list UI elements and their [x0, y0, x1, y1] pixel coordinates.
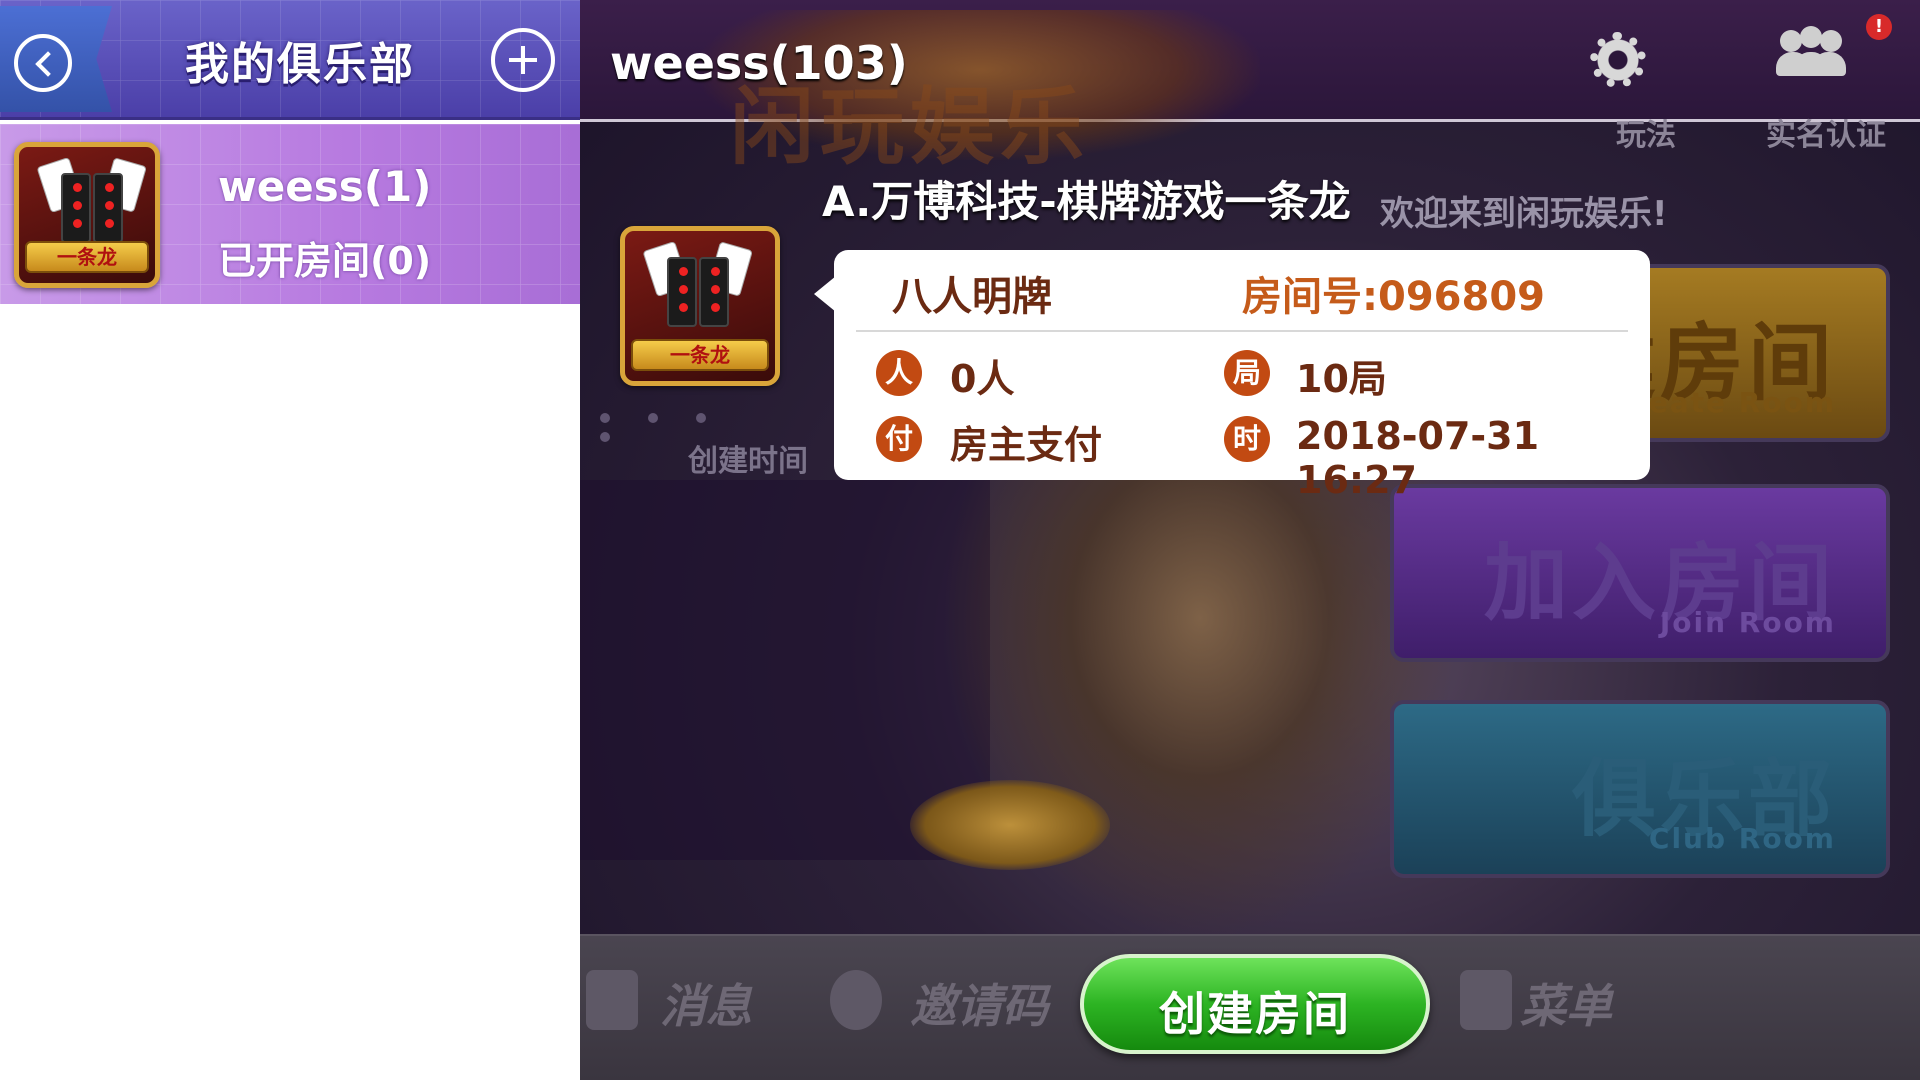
- logo-ribbon: 一条龙: [25, 241, 149, 273]
- add-club-icon[interactable]: [491, 28, 555, 92]
- realname-label[interactable]: 实名认证: [1766, 110, 1886, 154]
- message-icon[interactable]: [586, 970, 638, 1030]
- club-list-item[interactable]: 一条龙 weess(1) 已开房间(0): [0, 124, 580, 304]
- back-button[interactable]: [0, 6, 112, 112]
- club-title: A.万博科技-棋牌游戏一条龙: [822, 177, 1351, 226]
- club-list-title: 我的俱乐部: [185, 39, 415, 90]
- room-info-popup[interactable]: 八人明牌 房间号:096809 人 0人 局 10局 付 房主支付 时 2018…: [814, 250, 1650, 502]
- page-indicator: [600, 408, 790, 442]
- room-game-type: 八人明牌: [892, 274, 1052, 320]
- invite-icon[interactable]: [830, 970, 882, 1030]
- coins-illustration: [910, 780, 1110, 870]
- menu-icon[interactable]: [1460, 970, 1512, 1030]
- notification-badge: !: [1866, 14, 1892, 40]
- domino-tile-icon: [667, 257, 697, 327]
- menu-tab[interactable]: 菜单: [1520, 970, 1612, 1036]
- room-number: 房间号:096809: [1242, 274, 1545, 320]
- payment-mode: 房主支付: [950, 423, 1103, 467]
- invite-code-tab[interactable]: 邀请码: [910, 970, 1048, 1036]
- rounds-count: 10局: [1296, 357, 1387, 401]
- hostess-illustration: [940, 480, 1460, 940]
- club-button-sub: Club Room: [1648, 822, 1836, 855]
- back-arrow-icon: [14, 34, 72, 92]
- club-game-logo-icon: 一条龙: [14, 142, 160, 288]
- app-root: 我的俱乐部 一条龙 weess(1) 已开房间(0) 闲玩娱乐 weess(10…: [0, 0, 1920, 1080]
- club-list-panel: 我的俱乐部 一条龙 weess(1) 已开房间(0): [0, 0, 580, 1080]
- game-lobby: 闲玩娱乐 weess(103) ! 玩法 实名认证 A.万博科技-棋牌游戏一条龙…: [580, 0, 1920, 1080]
- payment-icon: 付: [876, 416, 922, 462]
- created-time: 2018-07-31 16:27: [1296, 414, 1540, 502]
- club-open-rooms: 已开房间(0): [218, 239, 432, 283]
- messages-tab[interactable]: 消息: [660, 970, 752, 1036]
- domino-tile-icon: [93, 173, 123, 243]
- popup-divider: [856, 330, 1628, 332]
- join-room-sub: Join Room: [1659, 606, 1836, 639]
- welcome-text: 欢迎来到闲玩娱乐!: [1380, 194, 1668, 234]
- club-list-header: 我的俱乐部: [0, 0, 580, 120]
- create-room-label: 创建房间: [1159, 987, 1351, 1041]
- create-room-button[interactable]: 创建房间: [1080, 954, 1430, 1054]
- club-name: weess(1): [218, 162, 432, 211]
- gear-icon[interactable]: [1590, 32, 1646, 88]
- domino-tile-icon: [61, 173, 91, 243]
- club-user-title: weess(103): [610, 36, 908, 90]
- players-icon: 人: [876, 350, 922, 396]
- sort-by-create-time[interactable]: 创建时间: [688, 436, 808, 480]
- people-icon[interactable]: [1776, 26, 1846, 84]
- time-icon: 时: [1224, 416, 1270, 462]
- lobby-top-bar: 闲玩娱乐 weess(103) !: [580, 0, 1920, 176]
- room-game-logo-icon: 一条龙: [620, 226, 780, 386]
- rounds-icon: 局: [1224, 350, 1270, 396]
- logo-ribbon: 一条龙: [631, 339, 769, 371]
- players-count: 0人: [950, 357, 1015, 401]
- club-button[interactable]: 俱乐部 Club Room: [1390, 700, 1890, 878]
- domino-tile-icon: [699, 257, 729, 327]
- join-room-button[interactable]: 加入房间 Join Room: [1390, 484, 1890, 662]
- rules-label[interactable]: 玩法: [1616, 110, 1676, 154]
